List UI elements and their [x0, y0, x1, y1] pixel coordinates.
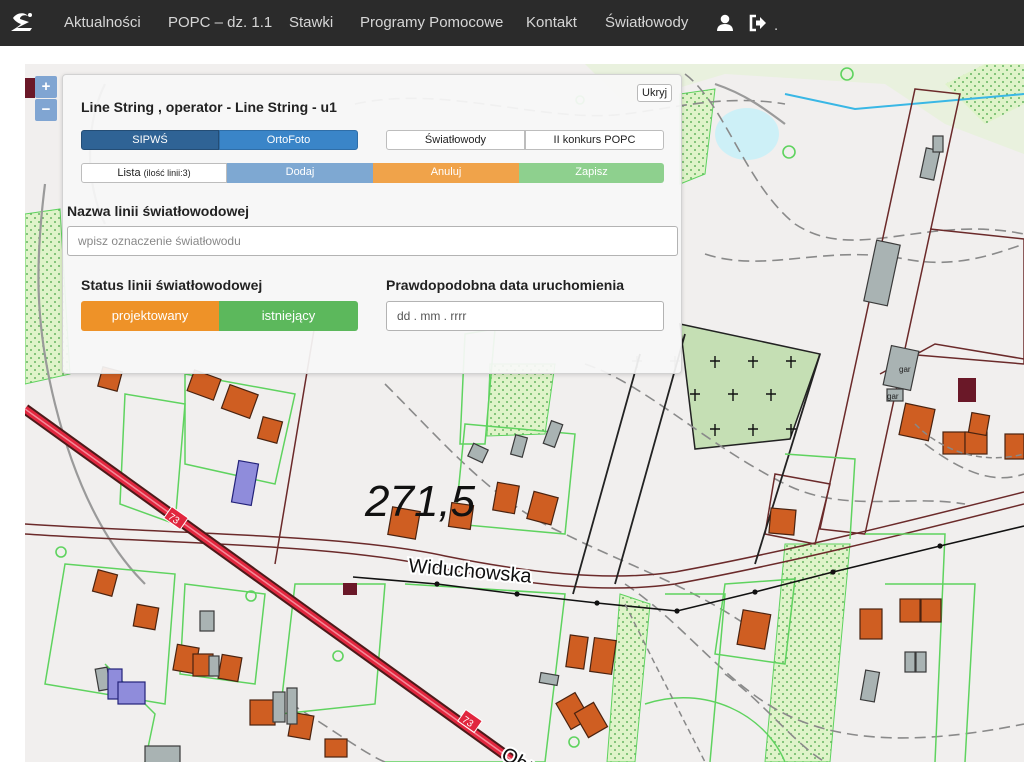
status-label: Status linii światłowodowej — [81, 277, 263, 293]
green-strip — [764, 543, 851, 762]
pond — [715, 108, 779, 160]
zoom-controls: + − — [35, 76, 57, 122]
green-strip — [606, 593, 651, 762]
cemetery-area — [679, 323, 821, 450]
navbar: Aktualności POPC – dz. 1.1 Stawki Progra… — [0, 0, 1024, 46]
layer-swiatlowody-button[interactable]: Światłowody — [386, 130, 525, 150]
fiber-name-label: Nazwa linii światłowodowej — [67, 203, 250, 219]
launch-date-label: Prawdopodobna data uruchomienia — [386, 277, 625, 293]
layer-ii-konkurs-button[interactable]: II konkurs POPC — [525, 130, 664, 150]
zoom-out-button[interactable]: − — [35, 99, 57, 121]
launch-date-input[interactable]: dd . mm . rrrr — [386, 301, 664, 331]
status-projected-button[interactable]: projektowany — [81, 301, 219, 331]
tab-sipws[interactable]: SIPWŚ — [81, 130, 219, 150]
list-button-label: Lista — [117, 167, 141, 179]
green-strip — [486, 363, 556, 437]
sign-out-icon[interactable] — [747, 12, 769, 34]
hide-panel-button[interactable]: Ukryj — [637, 84, 673, 102]
status-existing-button[interactable]: istniejący — [219, 301, 358, 331]
nav-item-popc[interactable]: POPC – dz. 1.1 — [168, 0, 272, 46]
list-button[interactable]: Lista (ilość linii:3) — [81, 163, 227, 183]
cancel-button[interactable]: Anuluj — [373, 163, 519, 183]
add-button[interactable]: Dodaj — [227, 163, 373, 183]
nav-item-aktualnosci[interactable]: Aktualności — [64, 0, 141, 46]
list-count: (ilość linii:3) — [143, 168, 191, 178]
brand-logo-icon[interactable] — [8, 9, 38, 35]
save-button[interactable]: Zapisz — [519, 163, 664, 183]
tab-ortofoto[interactable]: OrtoFoto — [219, 130, 358, 150]
nav-item-swiatlowody[interactable]: Światłowody — [605, 0, 688, 46]
fiber-name-input[interactable]: wpisz oznaczenie światłowodu — [67, 226, 678, 256]
nav-trailing-dot: . — [774, 17, 779, 34]
nav-item-stawki[interactable]: Stawki — [289, 0, 333, 46]
nav-item-kontakt[interactable]: Kontakt — [526, 0, 577, 46]
fiber-edit-panel: Ukryj Line String , operator - Line Stri… — [62, 74, 682, 374]
zoom-in-button[interactable]: + — [35, 76, 57, 98]
street-label-obt: Obt — [498, 743, 537, 762]
nav-item-programy-pomocowe[interactable]: Programy Pomocowe — [360, 0, 503, 46]
panel-title: Line String , operator - Line String - u… — [81, 99, 337, 115]
garage-label: gar — [887, 392, 899, 401]
garage-label: gar — [899, 365, 911, 374]
user-icon[interactable] — [714, 12, 736, 34]
elevation-label: 271,5 — [364, 477, 476, 526]
